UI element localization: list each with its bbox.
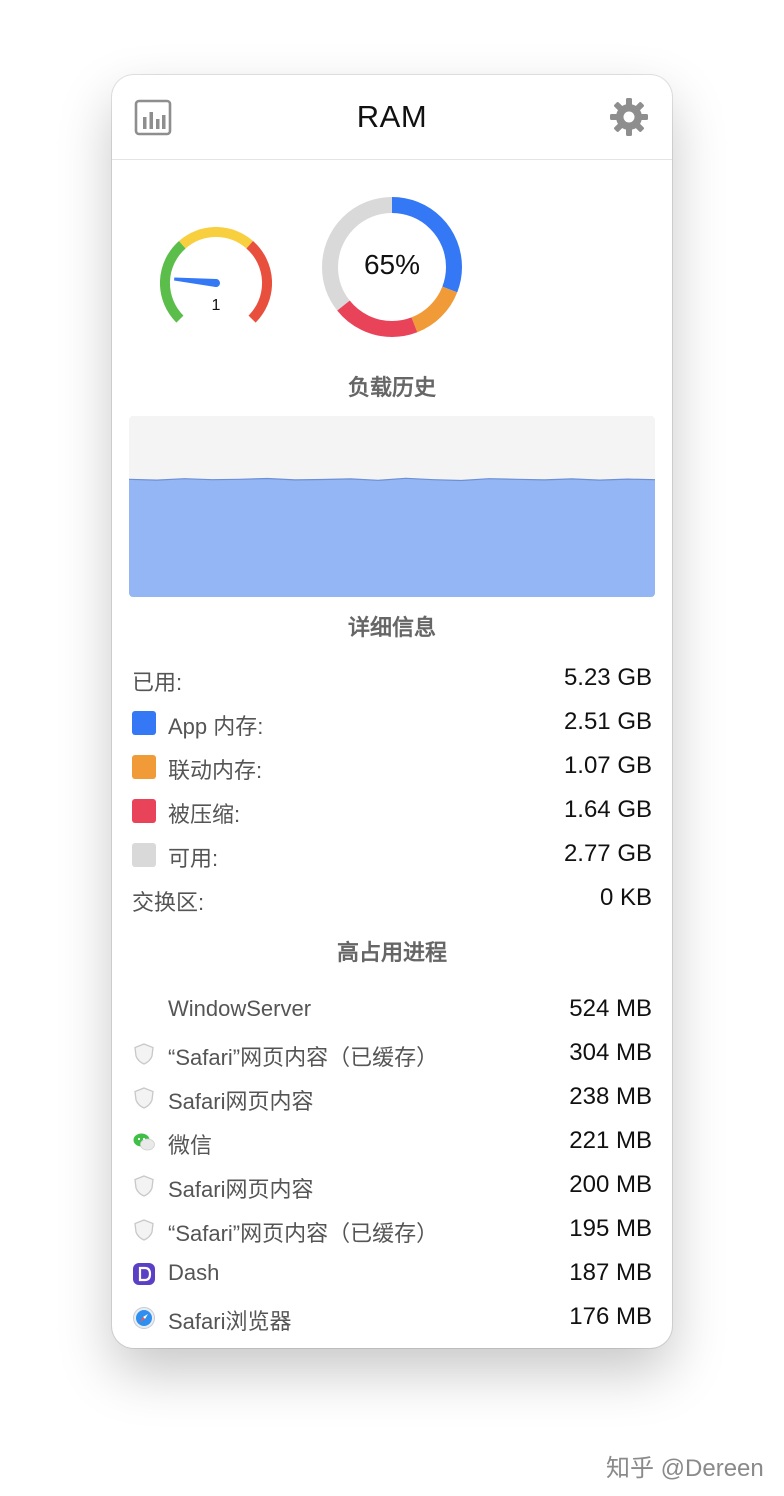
app-memory-value: 2.51 GB [563, 708, 652, 735]
process-row[interactable]: “Safari”网页内容（已缓存） 304 MB [112, 1035, 672, 1071]
compressed-memory-swatch [132, 799, 156, 823]
process-row[interactable]: WindowServer 524 MB [112, 991, 672, 1027]
used-row: 已用: 5.23 GB [112, 660, 672, 696]
settings-button[interactable] [609, 97, 649, 137]
page-title: RAM [356, 99, 428, 134]
app-memory-swatch [132, 711, 156, 735]
process-name: “Safari”网页内容（已缓存） [168, 1221, 439, 1246]
process-name: Safari网页内容 [168, 1177, 314, 1202]
compressed-memory-row: 被压缩: 1.64 GB [112, 792, 672, 828]
pressure-gauge [160, 227, 272, 323]
process-row[interactable]: Dash 187 MB [112, 1255, 672, 1291]
dash-icon [133, 1263, 155, 1285]
shield-icon [134, 1219, 154, 1241]
process-row[interactable]: Safari网页内容 238 MB [112, 1079, 672, 1115]
load-history-chart [129, 416, 655, 597]
details-title: 详细信息 [347, 615, 436, 640]
gauge-value: 1 [211, 297, 221, 314]
memory-usage-percent: 65% [363, 249, 421, 280]
used-value: 5.23 GB [563, 664, 652, 691]
panel-header: RAM [112, 75, 672, 160]
swap-value: 0 KB [599, 884, 652, 911]
process-row[interactable]: 微信 221 MB [112, 1123, 672, 1159]
process-memory: 221 MB [569, 1127, 652, 1154]
app-memory-label: App 内存: [168, 714, 264, 739]
wired-memory-swatch [132, 755, 156, 779]
gauge-needle [174, 277, 220, 287]
process-memory: 524 MB [569, 995, 652, 1022]
wired-memory-value: 1.07 GB [563, 752, 652, 779]
history-area [129, 478, 655, 597]
wechat-icon [133, 1133, 155, 1151]
swap-row: 交换区: 0 KB [112, 880, 672, 916]
process-name: “Safari”网页内容（已缓存） [168, 1045, 439, 1070]
compressed-memory-value: 1.64 GB [563, 796, 652, 823]
process-row[interactable]: “Safari”网页内容（已缓存） 195 MB [112, 1211, 672, 1247]
free-memory-swatch [132, 843, 156, 867]
process-name: 微信 [168, 1133, 213, 1158]
process-name: Safari网页内容 [168, 1089, 314, 1114]
wired-memory-row: 联动内存: 1.07 GB [112, 748, 672, 784]
process-memory: 304 MB [569, 1039, 652, 1066]
process-name: WindowServer [168, 996, 312, 1021]
process-memory: 176 MB [569, 1303, 652, 1330]
safari-compass-icon [133, 1307, 155, 1329]
app-memory-row: App 内存: 2.51 GB [112, 704, 672, 740]
free-memory-label: 可用: [168, 846, 219, 871]
gear-icon [610, 98, 648, 136]
process-name: Safari浏览器 [168, 1309, 292, 1334]
shield-icon [134, 1043, 154, 1065]
processes-title: 高占用进程 [336, 940, 447, 965]
used-label: 已用: [132, 670, 183, 695]
swap-label: 交换区: [132, 890, 205, 915]
process-memory: 187 MB [569, 1259, 652, 1286]
history-title: 负载历史 [347, 375, 436, 400]
gauge-yellow-arc [178, 227, 254, 249]
process-row[interactable]: Safari网页内容 200 MB [112, 1167, 672, 1203]
process-memory: 195 MB [569, 1215, 652, 1242]
wired-memory-label: 联动内存: [168, 758, 263, 783]
free-memory-row: 可用: 2.77 GB [112, 836, 672, 872]
process-memory: 200 MB [569, 1171, 652, 1198]
compressed-memory-label: 被压缩: [168, 802, 241, 827]
watermark: 知乎 @Dereen [606, 1455, 764, 1482]
gauge-green-arc [160, 240, 186, 323]
shield-icon [134, 1175, 154, 1197]
free-memory-value: 2.77 GB [563, 840, 652, 867]
shield-icon [134, 1087, 154, 1109]
gauge-red-arc [246, 240, 272, 323]
process-row[interactable]: Safari浏览器 176 MB [112, 1299, 672, 1335]
process-memory: 238 MB [569, 1083, 652, 1110]
ram-panel: RAM 1 65% 负载历史 详细信息 已用: 5.23 GB App 内存: … [112, 75, 672, 1348]
process-name: Dash [168, 1260, 220, 1285]
